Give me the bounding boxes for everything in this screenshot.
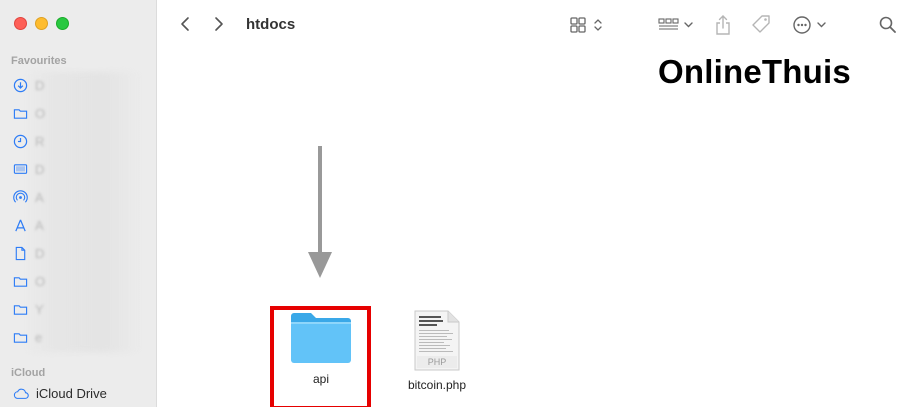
chevron-left-icon [181,17,189,31]
ellipsis-circle-icon [793,16,826,34]
file-item-api[interactable]: api [272,308,370,386]
folder-icon [13,332,28,343]
sidebar-item-desktop[interactable]: D [13,160,44,178]
php-document-icon: PHP [414,310,460,371]
sidebar-item-airdrop[interactable]: A [13,188,44,206]
brand-watermark: OnlineThuis [658,53,851,90]
arrow-annotation-icon [308,146,332,278]
folder-icon [291,313,351,363]
tag-icon [752,15,770,33]
zoom-window-button[interactable] [56,17,69,30]
sidebar-item-label: O [35,273,46,289]
share-icon [716,15,730,35]
sidebar-item-folder-4[interactable]: e [13,328,42,346]
forward-button[interactable] [210,14,228,34]
sidebar: Favourites D O R D A A D O Y e iCloud iC… [0,0,157,407]
applications-icon [15,219,26,231]
chevron-right-icon [215,17,223,31]
icloud-section-label: iCloud [11,367,46,379]
sidebar-item-documents[interactable]: D [13,244,44,262]
sidebar-item-label: A [35,189,44,205]
sidebar-item-label: e [35,329,43,345]
group-button[interactable] [658,14,694,36]
minimize-window-button[interactable] [35,17,48,30]
folder-icon [13,304,28,315]
back-button[interactable] [176,14,194,34]
sidebar-item-label: Y [35,301,44,317]
clock-icon [13,134,28,148]
search-button[interactable] [878,14,898,36]
airdrop-icon [13,189,28,203]
sidebar-item-applications[interactable]: A [13,216,44,234]
sidebar-item-folder-3[interactable]: Y [13,300,44,318]
cloud-icon [13,388,29,399]
search-icon [879,16,896,33]
file-name: bitcoin.php [407,378,467,392]
sidebar-item-label: A [35,217,44,233]
file-item-bitcoin-php[interactable]: PHP bitcoin.php [395,310,479,392]
sidebar-item-label: D [35,77,45,93]
window-controls [14,17,69,30]
folder-icon [13,276,28,287]
file-name: api [312,372,329,386]
group-grid-icon [658,18,693,30]
view-mode-button[interactable] [570,14,604,36]
toolbar: htdocs [158,0,906,50]
php-badge: PHP [428,357,447,367]
tags-button[interactable] [750,14,772,36]
sidebar-item-icloud-drive[interactable]: iCloud Drive [13,386,107,401]
share-button[interactable] [714,14,732,36]
sidebar-item-label: D [35,245,45,261]
desktop-icon [13,163,28,174]
sidebar-item-label: D [35,161,45,177]
sidebar-item-label: O [35,105,46,121]
sidebar-item-label: iCloud Drive [36,386,107,401]
sidebar-item-folder-1[interactable]: O [13,104,45,122]
sidebar-item-folder-2[interactable]: O [13,272,45,290]
window-title: htdocs [246,16,296,33]
document-icon [15,246,26,260]
folder-icon [13,108,28,119]
icon-grid-icon [570,17,602,33]
close-window-button[interactable] [14,17,27,30]
more-actions-button[interactable] [792,14,828,36]
favourites-section-label: Favourites [11,55,67,67]
download-icon [13,78,28,92]
sidebar-item-label: R [35,133,45,149]
sidebar-item-recents[interactable]: R [13,132,44,150]
sidebar-item-downloads[interactable]: D [13,76,44,94]
